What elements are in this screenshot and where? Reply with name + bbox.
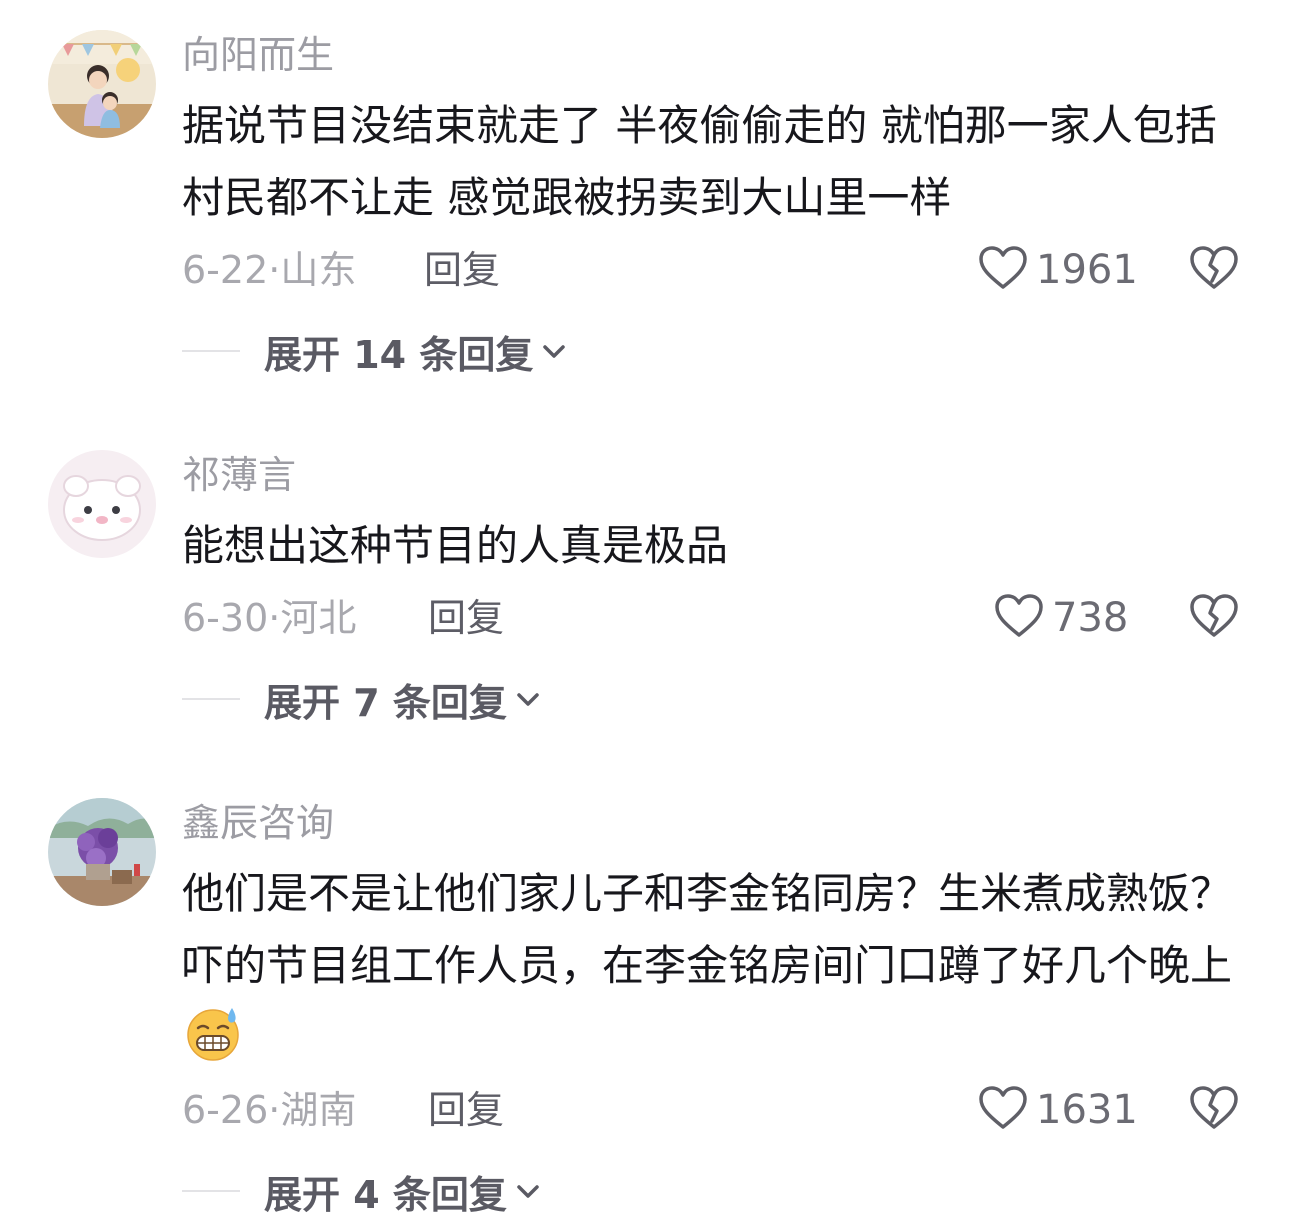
divider: [182, 350, 240, 352]
expand-replies-label: 展开 14 条回复: [264, 332, 534, 377]
comment-text: 能想出这种节目的人真是极品: [182, 521, 729, 570]
expand-replies: 展开 4 条回复: [182, 1164, 541, 1219]
reply-button[interactable]: 回复: [424, 244, 500, 296]
dislike-button[interactable]: [1188, 592, 1240, 644]
comment-date: 6-22: [182, 248, 269, 292]
comment-location: 山东: [280, 248, 357, 292]
broken-heart-icon: [1189, 593, 1239, 643]
meta-separator: ·: [268, 596, 281, 640]
like-button[interactable]: 1631: [978, 1084, 1138, 1136]
avatar-image: [48, 450, 156, 558]
heart-outline-icon: [978, 1085, 1028, 1135]
comment-item: 向阳而生 据说节目没结束就走了 半夜偷偷走的 就怕那一家人包括村民都不让走 感觉…: [0, 0, 1290, 400]
username[interactable]: 祁薄言: [182, 452, 296, 498]
comment-location: 河北: [280, 596, 357, 640]
meta-separator: ·: [268, 1088, 281, 1132]
broken-heart-icon: [1189, 1085, 1239, 1135]
heart-outline-icon: [994, 593, 1044, 643]
comment-text: 据说节目没结束就走了 半夜偷偷走的 就怕那一家人包括村民都不让走 感觉跟被拐卖到…: [182, 101, 1217, 222]
grimacing-sweat-emoji: [184, 1004, 242, 1062]
comment-item: 祁薄言 能想出这种节目的人真是极品 6-30·河北 回复 738 展开 7 条回…: [0, 420, 1290, 750]
dislike-button[interactable]: [1188, 1084, 1240, 1136]
expand-replies-button[interactable]: 展开 14 条回复: [264, 324, 567, 379]
divider: [182, 698, 240, 700]
expand-replies-button[interactable]: 展开 7 条回复: [264, 672, 541, 727]
comment-meta: 6-30·河北: [182, 592, 356, 644]
avatar-image: [48, 30, 156, 138]
comment-date: 6-30: [182, 596, 269, 640]
like-button[interactable]: 738: [994, 592, 1128, 644]
username[interactable]: 向阳而生: [182, 32, 334, 78]
chevron-down-icon: [541, 341, 567, 361]
username[interactable]: 鑫辰咨询: [182, 800, 334, 846]
expand-replies-label: 展开 7 条回复: [264, 680, 507, 725]
dislike-button[interactable]: [1188, 244, 1240, 296]
like-count: 1961: [1036, 247, 1138, 293]
like-button[interactable]: 1961: [978, 244, 1138, 296]
comment-meta: 6-22·山东: [182, 244, 356, 296]
comment-date: 6-26: [182, 1088, 269, 1132]
chevron-down-icon: [515, 1181, 541, 1201]
expand-replies-label: 展开 4 条回复: [264, 1172, 507, 1217]
reply-button[interactable]: 回复: [428, 1084, 504, 1136]
expand-replies-button[interactable]: 展开 4 条回复: [264, 1164, 541, 1219]
heart-outline-icon: [978, 245, 1028, 295]
chevron-down-icon: [515, 689, 541, 709]
like-count: 1631: [1036, 1087, 1138, 1133]
avatar[interactable]: [48, 798, 156, 906]
broken-heart-icon: [1189, 245, 1239, 295]
avatar-image: [48, 798, 156, 906]
comment-meta: 6-26·湖南: [182, 1084, 356, 1136]
comment-text: 他们是不是让他们家儿子和李金铭同房？生米煮成熟饭？吓的节目组工作人员，在李金铭房…: [182, 858, 1242, 1074]
avatar[interactable]: [48, 30, 156, 138]
divider: [182, 1190, 240, 1192]
avatar[interactable]: [48, 450, 156, 558]
comment-location: 湖南: [280, 1088, 357, 1132]
expand-replies: 展开 14 条回复: [182, 324, 567, 379]
like-count: 738: [1052, 595, 1129, 641]
comment-text-content: 他们是不是让他们家儿子和李金铭同房？生米煮成熟饭？吓的节目组工作人员，在李金铭房…: [182, 869, 1233, 990]
expand-replies: 展开 7 条回复: [182, 672, 541, 727]
meta-separator: ·: [268, 248, 281, 292]
comment-item: 鑫辰咨询 他们是不是让他们家儿子和李金铭同房？生米煮成熟饭？吓的节目组工作人员，…: [0, 768, 1290, 1224]
reply-button[interactable]: 回复: [428, 592, 504, 644]
